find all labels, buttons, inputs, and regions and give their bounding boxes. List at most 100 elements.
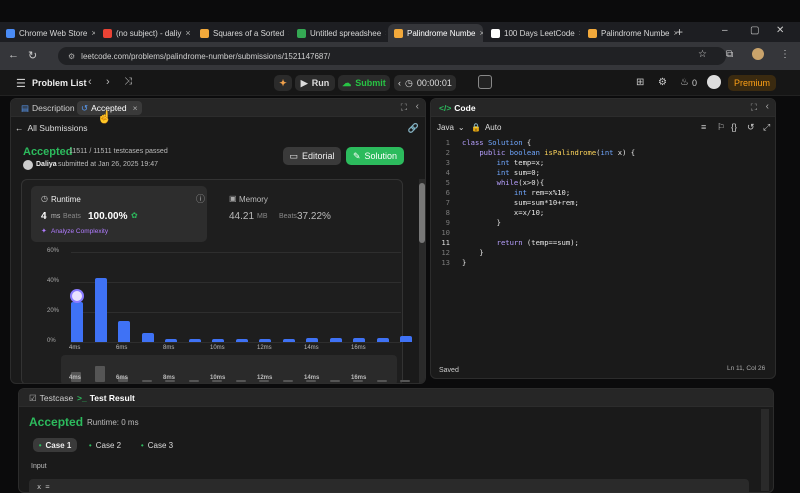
input-label: Input	[31, 463, 47, 470]
code-line[interactable]: sum=sum*10+rem;	[462, 198, 579, 208]
panel-scrollbar-thumb[interactable]	[419, 183, 425, 243]
new-tab-icon[interactable]: +	[676, 25, 683, 39]
braces-icon[interactable]: {}	[731, 122, 737, 132]
tab-code[interactable]: </> Code	[435, 101, 480, 115]
range-selector[interactable]	[61, 355, 397, 383]
site-info-icon[interactable]: ⚙	[68, 52, 75, 61]
line-number: 11	[441, 238, 450, 247]
code-line[interactable]: return (temp==sum);	[462, 238, 579, 248]
chevron-left-icon: ‹	[398, 78, 402, 88]
problem-list-icon[interactable]: ☰	[16, 77, 26, 90]
browser-tab-3[interactable]: Squares of a Sorted×	[194, 24, 289, 42]
close-window-icon[interactable]: ✕	[776, 25, 784, 36]
problem-list-link[interactable]: Problem List	[32, 78, 87, 88]
close-icon[interactable]: ×	[91, 28, 95, 38]
maximize-icon[interactable]: ⛶	[751, 102, 757, 113]
runtime-distribution-chart[interactable]: 60% 40% 20% 0% 4ms 6ms 8ms 10ms 12ms 14ms 16ms	[11, 99, 425, 383]
next-problem-icon[interactable]: ›	[106, 76, 110, 88]
code-line[interactable]: int temp=x;	[462, 158, 545, 168]
console-scrollbar[interactable]	[761, 409, 769, 491]
bookmark-star-icon[interactable]: ☆	[698, 49, 707, 60]
browser-tab-2[interactable]: (no subject) - daliy ×	[97, 24, 192, 42]
browser-tab-1[interactable]: Chrome Web Store ×	[0, 24, 95, 42]
extensions-icon[interactable]: ⧉	[726, 49, 733, 60]
maximize-icon[interactable]: ▢	[750, 25, 759, 36]
code-line[interactable]: int sum=0;	[462, 168, 540, 178]
back-icon[interactable]: ←	[8, 49, 19, 61]
minimize-icon[interactable]: –	[722, 25, 728, 36]
your-submission-marker[interactable]	[70, 288, 84, 303]
chart-bar[interactable]	[259, 339, 271, 342]
chart-bar[interactable]	[353, 337, 365, 342]
input-box[interactable]	[29, 479, 749, 492]
browser-tab-bar: Chrome Web Store × (no subject) - daliy × Sq…	[0, 22, 800, 42]
case-2-tab[interactable]: • Case 2	[85, 438, 125, 452]
timer[interactable]: ‹ ◷ 00:00:01	[394, 75, 456, 91]
chart-bar[interactable]	[212, 339, 224, 342]
note-icon[interactable]	[478, 75, 492, 89]
browser-tab-5[interactable]: Palindrome Numbe ×	[388, 24, 483, 42]
chart-bar[interactable]	[376, 337, 389, 342]
code-line[interactable]: while(x>0){	[462, 178, 545, 188]
browser-tab-7[interactable]: Palindrome Numbe ×	[582, 24, 677, 42]
code-line[interactable]: class Solution {	[462, 138, 531, 148]
chart-bar[interactable]	[282, 339, 295, 342]
browser-tab-4[interactable]: Untitled spreadshee×	[291, 24, 386, 42]
browser-tab-6[interactable]: 100 Days LeetCode ×	[485, 24, 580, 42]
tab-test-result[interactable]: >_ Test Result	[73, 391, 139, 405]
browser-tab-title: (no subject) - daliy	[116, 28, 182, 38]
streak-fire-icon[interactable]: ♨	[680, 77, 689, 88]
collapse-icon[interactable]: ‹	[766, 101, 769, 112]
close-icon[interactable]: ×	[185, 28, 190, 38]
case-3-tab[interactable]: • Case 3	[137, 438, 177, 452]
debug-icon[interactable]: ✦	[274, 75, 292, 91]
submit-label: Submit	[355, 78, 386, 88]
chart-x-tick: 12ms	[257, 345, 272, 351]
chart-bar[interactable]	[329, 337, 342, 342]
reload-icon[interactable]: ↻	[28, 49, 37, 62]
auto-mode[interactable]: 🔒 Auto	[471, 123, 501, 132]
run-button[interactable]: ▶ Run	[295, 75, 335, 91]
chart-bar[interactable]	[235, 339, 248, 342]
chart-bar[interactable]	[118, 321, 130, 342]
bookmark-icon[interactable]: ⚐	[717, 122, 725, 133]
browser-tab-title: Palindrome Numbe	[601, 28, 670, 38]
code-line[interactable]: x=x/10;	[462, 208, 544, 218]
url-field[interactable]: ⚙ leetcode.com/problems/palindrome-numbe…	[58, 47, 726, 65]
menu-icon[interactable]: ⋮	[780, 49, 790, 60]
code-line[interactable]: }	[462, 218, 501, 228]
close-icon[interactable]: ×	[288, 28, 289, 38]
chart-bar[interactable]	[306, 337, 318, 342]
layout-grid-icon[interactable]: ⊞	[636, 77, 644, 88]
chart-bar[interactable]	[94, 277, 107, 342]
close-icon[interactable]: ×	[579, 28, 580, 38]
code-line[interactable]: }	[462, 248, 483, 258]
close-icon[interactable]: ×	[479, 28, 483, 38]
chart-bar[interactable]	[141, 333, 154, 342]
code-line[interactable]: public boolean isPalindrome(int x) {	[462, 148, 635, 158]
format-icon[interactable]: ≡	[701, 122, 706, 132]
submit-button[interactable]: ☁ Submit	[338, 75, 390, 91]
tab-testcase[interactable]: ☑ Testcase	[25, 391, 77, 405]
user-avatar[interactable]	[707, 75, 721, 89]
fullscreen-icon[interactable]: ⤢	[763, 122, 770, 133]
code-line[interactable]: int rem=x%10;	[462, 188, 570, 198]
chart-bar[interactable]	[165, 339, 177, 342]
chart-bar[interactable]	[71, 301, 83, 342]
chart-bar[interactable]	[400, 336, 412, 342]
case-1-tab[interactable]: • Case 1	[33, 438, 77, 452]
close-icon[interactable]: ×	[385, 28, 386, 38]
line-number: 4	[445, 168, 450, 177]
console-panel: ☑ Testcase >_ Test Result Accepted Runti…	[18, 388, 774, 493]
language-select[interactable]: Java ⌄	[437, 123, 465, 132]
premium-button[interactable]: Premium	[728, 75, 776, 91]
shuffle-icon[interactable]: ⤨	[124, 76, 132, 87]
code-line[interactable]: }	[462, 258, 466, 268]
result-status: Accepted	[29, 415, 84, 429]
settings-gear-icon[interactable]: ⚙	[658, 77, 667, 88]
reset-icon[interactable]: ↺	[747, 122, 755, 133]
profile-avatar[interactable]	[752, 48, 764, 60]
cursor-position: Ln 11, Col 26	[727, 365, 766, 372]
chart-bar[interactable]	[188, 339, 201, 342]
prev-problem-icon[interactable]: ‹	[88, 76, 92, 88]
